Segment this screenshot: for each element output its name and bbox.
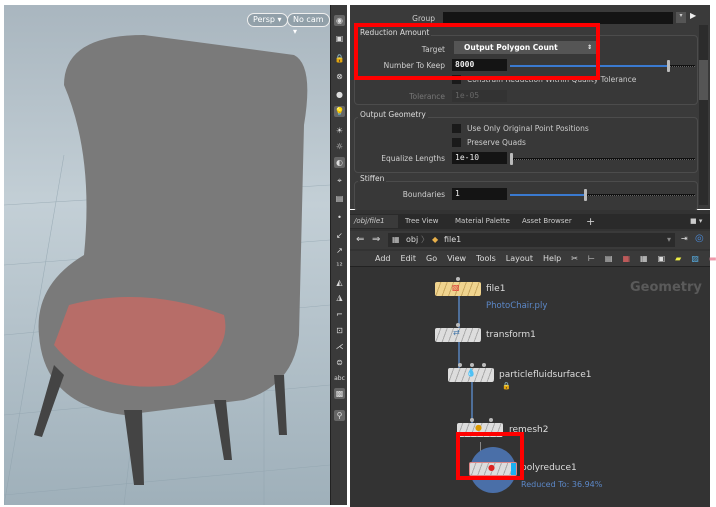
image-icon[interactable]: ▣: [658, 254, 666, 263]
obj-icon: ▦: [392, 235, 400, 244]
param-scrollbar[interactable]: [699, 25, 708, 205]
list-icon[interactable]: ▤: [605, 254, 613, 263]
menu-view[interactable]: View: [447, 254, 466, 263]
path-bar[interactable]: ▦ obj 〉 ◆ file1 ▾: [388, 233, 675, 247]
vertex-normals-icon[interactable]: ↗: [334, 245, 345, 256]
section-title: Output Geometry: [358, 110, 428, 119]
tab-obj-file1[interactable]: /obj/file1: [350, 215, 398, 228]
node-file-path: PhotoChair.ply: [486, 301, 548, 311]
network-editor: /obj/file1 Tree View Material Palette As…: [350, 210, 716, 507]
background-image-icon[interactable]: ▨: [691, 254, 699, 263]
group-label: Group: [412, 14, 435, 23]
light-icon[interactable]: 💡: [334, 106, 345, 117]
bounding-box-icon[interactable]: ⊡: [334, 325, 345, 336]
boundaries-label: Boundaries: [402, 190, 445, 199]
menu-layout[interactable]: Layout: [506, 254, 533, 263]
boundaries-slider[interactable]: [510, 189, 695, 201]
display-options-icon[interactable]: ◉: [334, 15, 345, 26]
prim-normals-icon[interactable]: ◭: [334, 277, 345, 288]
background-icon[interactable]: ▤: [334, 193, 345, 204]
link-icon[interactable]: ◎: [695, 233, 704, 244]
equalize-label: Equalize Lengths: [381, 154, 445, 163]
path-separator-icon: 〉: [421, 235, 429, 244]
node-reduction-status: Reduced To: 36.94%: [521, 480, 603, 489]
handles-icon[interactable]: ⋌: [334, 341, 345, 352]
menu-help[interactable]: Help: [543, 254, 561, 263]
node-label: polyreduce1: [521, 463, 577, 473]
path-obj[interactable]: obj: [406, 235, 418, 244]
tab-material-palette[interactable]: Material Palette: [451, 215, 510, 228]
original-points-checkbox[interactable]: [452, 124, 461, 133]
context-label: Geometry: [630, 280, 702, 295]
point-numbers-icon[interactable]: ¹²: [334, 260, 345, 271]
preserve-quads-checkbox[interactable]: [452, 138, 461, 147]
section-title: Stiffen: [358, 174, 387, 183]
prim-numbers-icon[interactable]: ◮: [334, 292, 345, 303]
normals-icon[interactable]: ↙: [334, 230, 345, 241]
select-arrow-icon[interactable]: ▶: [690, 11, 696, 20]
original-points-label: Use Only Original Point Positions: [467, 124, 589, 133]
persp-menu[interactable]: Persp ▾: [247, 13, 288, 27]
highlight-box: [456, 432, 524, 480]
grid-floor: [4, 35, 330, 505]
guide-icon[interactable]: ⌐: [334, 309, 345, 320]
node-file1[interactable]: ▧: [435, 282, 481, 296]
menu-go[interactable]: Go: [426, 254, 437, 263]
box-icon[interactable]: ▬: [709, 254, 716, 263]
node-label: transform1: [486, 330, 536, 340]
tolerance-field: 1e-05: [452, 90, 507, 102]
boundaries-field[interactable]: 1: [452, 188, 507, 200]
add-tab-icon[interactable]: +: [582, 215, 595, 228]
pin-icon[interactable]: ⚲: [334, 410, 345, 421]
image-icon[interactable]: ▩: [334, 388, 345, 399]
pane-menu-icon[interactable]: ■ ▾: [686, 215, 702, 228]
grid-icon[interactable]: ▦: [640, 254, 648, 263]
menu-add[interactable]: Add: [375, 254, 391, 263]
node-label: particlefluidsurface1: [499, 370, 592, 380]
pin-icon[interactable]: ⇥: [681, 234, 688, 243]
highlight-box: [354, 23, 600, 80]
text-icon[interactable]: abc: [334, 373, 345, 384]
lock-icon: 🔒: [502, 382, 511, 390]
snapshot-icon[interactable]: ▣: [334, 33, 345, 44]
node-transform1[interactable]: ⇄: [435, 328, 481, 342]
network-menu: Add Edit Go View Tools Layout Help ✂ ⊢ ▤…: [375, 254, 716, 263]
equalize-lengths-slider[interactable]: [510, 153, 695, 165]
palette-icon[interactable]: ▦: [622, 254, 630, 263]
node-particlefluidsurface1[interactable]: 💧: [448, 368, 494, 382]
sticky-note-icon[interactable]: ▰: [675, 254, 681, 263]
tab-asset-browser[interactable]: Asset Browser: [518, 215, 572, 228]
light-settings-icon[interactable]: ☼: [334, 141, 345, 152]
path-dropdown-icon[interactable]: ▾: [667, 235, 671, 244]
geo-icon: ◆: [432, 235, 439, 244]
preserve-quads-label: Preserve Quads: [467, 138, 526, 147]
chair-model: [34, 35, 308, 485]
menu-tools[interactable]: Tools: [476, 254, 496, 263]
3d-viewport[interactable]: Persp ▾ No cam ▾: [4, 5, 330, 505]
list-icon[interactable]: ⊜: [334, 357, 345, 368]
group-dropdown-icon[interactable]: ▾: [676, 12, 686, 23]
point-icon[interactable]: •: [334, 212, 345, 223]
output-geometry-section: Output Geometry Use Only Original Point …: [354, 110, 698, 173]
tolerance-label: Tolerance: [409, 92, 445, 101]
camera-menu[interactable]: No cam ▾: [287, 13, 330, 36]
tab-tree-view[interactable]: Tree View: [401, 215, 438, 228]
equalize-lengths-field[interactable]: 1e-10: [452, 152, 507, 164]
path-file1[interactable]: file1: [444, 235, 461, 244]
viewport-toolbar: ◉ ▣ 🔒 ⊗ ● 💡 ☀ ☼ ◐ ⌖ ▤ • ↙ ↗ ¹² ◭ ◮ ⌐ ⊡ ⋌…: [330, 5, 347, 505]
camera-icon[interactable]: ⌖: [334, 175, 345, 186]
forward-icon[interactable]: ⇒: [372, 234, 380, 245]
render-icon[interactable]: ◐: [334, 157, 345, 168]
back-icon[interactable]: ⇐: [356, 234, 364, 245]
shading-icon[interactable]: ●: [334, 89, 345, 100]
wrench-icon[interactable]: ✂: [571, 254, 578, 263]
lock-icon[interactable]: 🔒: [334, 53, 345, 64]
menu-edit[interactable]: Edit: [401, 254, 417, 263]
node-label: file1: [486, 284, 506, 294]
tree-icon[interactable]: ⊢: [588, 254, 595, 263]
parameter-panel: Group ▾ ▶ Reduction Amount Target Output…: [350, 5, 710, 211]
stiffen-section: Stiffen Boundaries 1: [354, 174, 698, 211]
headlight-icon[interactable]: ☀: [334, 125, 345, 136]
close-circle-icon[interactable]: ⊗: [334, 71, 345, 82]
